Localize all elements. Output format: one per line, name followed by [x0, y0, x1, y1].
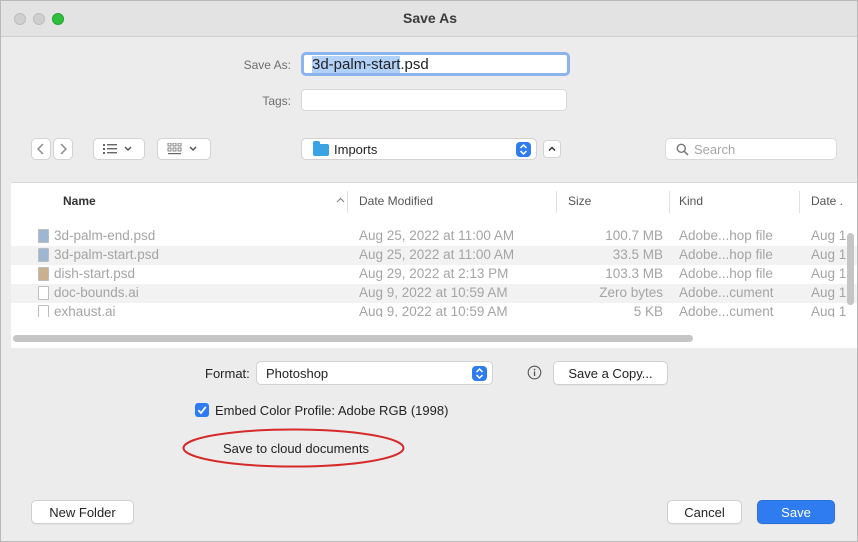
file-size: 33.5 MB — [612, 247, 663, 262]
ai-file-icon — [38, 305, 49, 317]
file-browser: Name Date Modified Size Kind Date . 3d-p… — [11, 182, 857, 348]
file-kind: Adobe...cument — [679, 285, 774, 300]
list-view-icon — [103, 144, 132, 154]
save-as-dialog: Save As Save As: 3d-palm-start.psd Tags:… — [0, 0, 858, 542]
vertical-scrollbar[interactable] — [847, 233, 854, 305]
file-size: Zero bytes — [599, 285, 663, 300]
chevron-left-icon — [37, 143, 44, 155]
embed-profile-value: Adobe RGB (1998) — [337, 403, 449, 418]
search-placeholder: Search — [694, 142, 736, 157]
file-date: Aug 9, 2022 at 10:59 AM — [359, 304, 508, 317]
tags-label: Tags: — [262, 94, 291, 108]
file-row[interactable]: dish-start.psd Aug 29, 2022 at 2:13 PM 1… — [11, 265, 857, 284]
file-kind: Adobe...hop file — [679, 266, 773, 281]
file-name: dish-start.psd — [54, 266, 136, 281]
checkmark-icon — [197, 406, 207, 415]
format-value: Photoshop — [266, 366, 329, 381]
file-date: Aug 25, 2022 at 11:00 AM — [359, 228, 515, 243]
filename-input[interactable]: 3d-palm-start.psd — [301, 52, 570, 76]
psd-file-icon — [38, 248, 49, 262]
file-kind: Adobe...hop file — [679, 228, 773, 243]
embed-color-profile-checkbox[interactable] — [195, 403, 209, 417]
filename-selection: 3d-palm-start — [312, 56, 401, 73]
chevron-right-icon — [60, 143, 67, 155]
back-button[interactable] — [31, 138, 51, 160]
format-stepper-icon — [472, 366, 487, 381]
location-popup[interactable]: Imports — [301, 138, 537, 160]
column-header-name[interactable]: Name — [63, 183, 96, 219]
column-divider — [669, 191, 670, 213]
forward-button[interactable] — [53, 138, 73, 160]
cancel-button[interactable]: Cancel — [667, 500, 742, 524]
psd-file-icon — [38, 267, 49, 281]
search-field[interactable]: Search — [665, 138, 837, 160]
location-stepper-icon — [516, 142, 531, 157]
format-label: Format: — [205, 366, 250, 381]
save-button[interactable]: Save — [757, 500, 835, 524]
ai-file-icon — [38, 286, 49, 300]
file-name: 3d-palm-end.psd — [54, 228, 156, 243]
file-date: Aug 9, 2022 at 10:59 AM — [359, 285, 508, 300]
column-header-date-added[interactable]: Date . — [811, 183, 843, 219]
column-divider — [799, 191, 800, 213]
grid-view-icon — [167, 143, 197, 155]
file-date-added: Aug 1 — [811, 266, 847, 281]
file-date-added: Aug 1 — [811, 285, 847, 300]
tags-input[interactable] — [301, 89, 567, 111]
file-name: exhaust.ai — [54, 304, 116, 317]
column-divider — [347, 191, 348, 213]
sort-ascending-icon — [336, 197, 345, 203]
file-name: 3d-palm-start.psd — [54, 247, 160, 262]
file-row[interactable]: exhaust.ai Aug 9, 2022 at 10:59 AM 5 KB … — [11, 303, 857, 317]
file-date-added: Aug 1 — [811, 228, 847, 243]
filename-extension: .psd — [400, 56, 429, 73]
file-date: Aug 29, 2022 at 2:13 PM — [359, 266, 509, 281]
file-size: 5 KB — [633, 304, 663, 317]
chevron-up-icon — [548, 146, 556, 152]
info-icon[interactable] — [527, 365, 542, 380]
file-size: 100.7 MB — [605, 228, 663, 243]
file-date: Aug 25, 2022 at 11:00 AM — [359, 247, 515, 262]
file-row[interactable]: doc-bounds.ai Aug 9, 2022 at 10:59 AM Ze… — [11, 284, 857, 303]
expand-dialog-button[interactable] — [543, 140, 561, 158]
file-kind: Adobe...cument — [679, 304, 774, 317]
column-header-size[interactable]: Size — [568, 183, 591, 219]
file-date-added: Aug 1 — [811, 247, 847, 262]
horizontal-scrollbar[interactable] — [13, 335, 693, 342]
psd-file-icon — [38, 229, 49, 243]
save-as-label: Save As: — [243, 58, 291, 72]
column-header-date-modified[interactable]: Date Modified — [359, 183, 433, 219]
file-name: doc-bounds.ai — [54, 285, 139, 300]
embed-label-text: Embed Color Profile: — [215, 403, 335, 418]
grid-view-button[interactable] — [157, 138, 211, 160]
file-size: 103.3 MB — [605, 266, 663, 281]
format-popup[interactable]: Photoshop — [256, 361, 493, 385]
embed-color-profile-label: Embed Color Profile: Adobe RGB (1998) — [215, 403, 448, 418]
title-bar: Save As — [1, 1, 857, 37]
list-view-button[interactable] — [93, 138, 145, 160]
search-icon — [676, 143, 689, 156]
column-header-kind[interactable]: Kind — [679, 183, 703, 219]
window-title: Save As — [403, 10, 457, 26]
new-folder-button[interactable]: New Folder — [31, 500, 134, 524]
file-row[interactable]: 3d-palm-start.psd Aug 25, 2022 at 11:00 … — [11, 246, 857, 265]
location-label: Imports — [334, 142, 378, 157]
file-date-added: Aug 1 — [811, 304, 847, 317]
column-divider — [556, 191, 557, 213]
file-row[interactable]: 3d-palm-end.psd Aug 25, 2022 at 11:00 AM… — [11, 227, 857, 246]
save-a-copy-button[interactable]: Save a Copy... — [553, 361, 668, 385]
highlight-ellipse — [182, 428, 405, 468]
folder-icon — [313, 141, 329, 156]
file-kind: Adobe...hop file — [679, 247, 773, 262]
